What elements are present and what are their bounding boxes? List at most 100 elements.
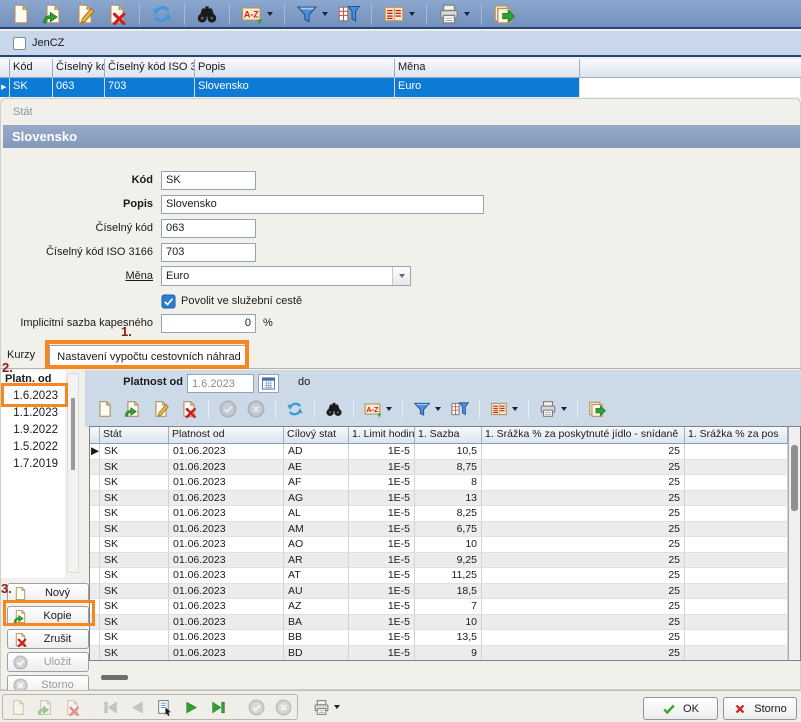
dropdown-arrow-icon[interactable] bbox=[512, 407, 518, 411]
rates-cell bbox=[685, 615, 788, 630]
delete-icon[interactable] bbox=[177, 398, 201, 420]
print-icon[interactable] bbox=[310, 697, 343, 718]
rates-table-row[interactable]: SK01.06.2023AE1E-58,7525 bbox=[90, 460, 788, 476]
dropdown-arrow-icon[interactable] bbox=[386, 407, 392, 411]
rates-vertical-scrollbar[interactable] bbox=[788, 427, 800, 660]
dropdown-arrow-icon[interactable] bbox=[267, 12, 273, 16]
calendar-button[interactable] bbox=[258, 374, 279, 393]
delete-rate-button[interactable]: Zrušit bbox=[7, 629, 89, 649]
rates-cell: 7 bbox=[415, 599, 482, 614]
last-record-icon[interactable] bbox=[207, 697, 230, 718]
column-header-kod[interactable]: Kód bbox=[10, 59, 53, 77]
advanced-filter-icon[interactable] bbox=[448, 398, 472, 420]
export-icon[interactable] bbox=[585, 398, 609, 420]
edit-icon[interactable] bbox=[71, 1, 99, 27]
copy-icon[interactable] bbox=[121, 398, 145, 420]
new-document-icon[interactable] bbox=[93, 398, 117, 420]
rates-column-header[interactable]: 1. Srážka % za poskytnuté jídlo - snídan… bbox=[482, 427, 685, 443]
validity-date-item[interactable]: 1.7.2019 bbox=[1, 456, 65, 473]
dropdown-arrow-icon[interactable] bbox=[334, 705, 340, 709]
rates-table-row[interactable]: SK01.06.2023BD1E-5925 bbox=[90, 646, 788, 662]
columns-icon[interactable] bbox=[487, 398, 521, 420]
ciselny-kod-input[interactable] bbox=[161, 219, 256, 238]
column-header-mena[interactable]: Měna bbox=[395, 59, 580, 77]
columns-icon[interactable] bbox=[380, 1, 418, 27]
column-header-ciselny-kod[interactable]: Číselný kód bbox=[53, 59, 105, 77]
platnost-od-input[interactable] bbox=[187, 374, 254, 393]
kod-input[interactable] bbox=[161, 171, 256, 190]
validity-date-item[interactable]: 1.9.2022 bbox=[1, 422, 65, 439]
rates-column-header[interactable]: Platnost od bbox=[169, 427, 284, 443]
rates-column-header[interactable]: Stát bbox=[100, 427, 169, 443]
rates-horizontal-scrollbar-thumb[interactable] bbox=[101, 675, 128, 680]
rates-column-header[interactable]: 1. Limit hodin bbox=[349, 427, 415, 443]
rates-vertical-scrollbar-thumb[interactable] bbox=[791, 445, 798, 511]
print-icon[interactable] bbox=[435, 1, 473, 27]
mena-label[interactable]: Měna bbox=[1, 270, 153, 282]
refresh-icon[interactable] bbox=[148, 1, 176, 27]
print-icon[interactable] bbox=[536, 398, 570, 420]
povolit-checkbox-checked[interactable] bbox=[161, 294, 176, 309]
rates-column-header[interactable]: Cílový stat bbox=[284, 427, 349, 443]
rates-table-row[interactable]: ▶SK01.06.2023AD1E-510,525 bbox=[90, 444, 788, 460]
rates-column-header[interactable]: 1. Srážka % za pos bbox=[685, 427, 788, 443]
rates-table-row[interactable]: SK01.06.2023AU1E-518,525 bbox=[90, 584, 788, 600]
country-row-selected[interactable]: ▶ SK 063 703 Slovensko Euro bbox=[0, 78, 801, 97]
select-record-icon[interactable] bbox=[153, 697, 176, 718]
rates-cell: 01.06.2023 bbox=[169, 646, 284, 661]
dropdown-arrow-icon[interactable] bbox=[435, 407, 441, 411]
sort-az-icon[interactable] bbox=[361, 398, 395, 420]
rates-cell: 8 bbox=[415, 475, 482, 490]
rates-table-row[interactable]: SK01.06.2023AO1E-51025 bbox=[90, 537, 788, 553]
rates-cell: 25 bbox=[482, 584, 685, 599]
storno-button[interactable]: Storno bbox=[723, 697, 797, 720]
refresh-icon[interactable] bbox=[283, 398, 307, 420]
rates-table-row[interactable]: SK01.06.2023BA1E-51025 bbox=[90, 615, 788, 631]
storno-button-label: Storno bbox=[754, 703, 786, 715]
jencz-checkbox[interactable] bbox=[13, 37, 26, 50]
annotation-box-3 bbox=[3, 600, 95, 626]
rates-table-row[interactable]: SK01.06.2023BB1E-513,525 bbox=[90, 630, 788, 646]
filter-icon[interactable] bbox=[410, 398, 444, 420]
new-document-icon[interactable] bbox=[7, 1, 35, 27]
edit-icon[interactable] bbox=[149, 398, 173, 420]
advanced-filter-icon[interactable] bbox=[335, 1, 363, 27]
delete-icon[interactable] bbox=[103, 1, 131, 27]
row-marker-icon: ▶ bbox=[0, 78, 10, 97]
search-binoculars-icon[interactable] bbox=[322, 398, 346, 420]
rates-table-row[interactable]: SK01.06.2023AM1E-56,7525 bbox=[90, 522, 788, 538]
chevron-down-icon[interactable] bbox=[392, 267, 410, 285]
rates-cell: 10 bbox=[415, 615, 482, 630]
dropdown-arrow-icon[interactable] bbox=[409, 12, 415, 16]
rates-cell: BA bbox=[284, 615, 349, 630]
ok-button[interactable]: OK bbox=[643, 697, 718, 720]
rates-table-row[interactable]: SK01.06.2023AF1E-5825 bbox=[90, 475, 788, 491]
filter-icon[interactable] bbox=[293, 1, 331, 27]
validity-date-item[interactable]: 1.1.2023 bbox=[1, 405, 65, 422]
column-header-iso[interactable]: Číselný kód ISO 3166 bbox=[105, 59, 195, 77]
kapesne-input[interactable] bbox=[161, 314, 256, 333]
next-record-icon[interactable] bbox=[180, 697, 203, 718]
rates-column-header[interactable]: 1. Sazba bbox=[415, 427, 482, 443]
rates-table-row[interactable]: SK01.06.2023AT1E-511,2525 bbox=[90, 568, 788, 584]
popis-input[interactable] bbox=[161, 195, 484, 214]
dates-scrollbar[interactable] bbox=[67, 373, 79, 573]
dates-scrollbar-thumb[interactable] bbox=[71, 398, 75, 470]
sort-az-icon[interactable] bbox=[238, 1, 276, 27]
dropdown-arrow-icon[interactable] bbox=[464, 12, 470, 16]
dropdown-arrow-icon[interactable] bbox=[561, 407, 567, 411]
rates-table-row[interactable]: SK01.06.2023AZ1E-5725 bbox=[90, 599, 788, 615]
validity-date-item[interactable]: 1.5.2022 bbox=[1, 439, 65, 456]
row-marker-column bbox=[0, 59, 10, 77]
rates-table-row[interactable]: SK01.06.2023AL1E-58,2525 bbox=[90, 506, 788, 522]
tab-kurzy[interactable]: Kurzy bbox=[7, 349, 47, 368]
dropdown-arrow-icon[interactable] bbox=[322, 12, 328, 16]
export-icon[interactable] bbox=[490, 1, 518, 27]
rates-table-row[interactable]: SK01.06.2023AG1E-51325 bbox=[90, 491, 788, 507]
search-binoculars-icon[interactable] bbox=[193, 1, 221, 27]
mena-select[interactable]: Euro bbox=[161, 266, 411, 286]
rates-table-row[interactable]: SK01.06.2023AR1E-59,2525 bbox=[90, 553, 788, 569]
iso-kod-input[interactable] bbox=[161, 243, 256, 262]
copy-icon[interactable] bbox=[39, 1, 67, 27]
column-header-popis[interactable]: Popis bbox=[195, 59, 395, 77]
